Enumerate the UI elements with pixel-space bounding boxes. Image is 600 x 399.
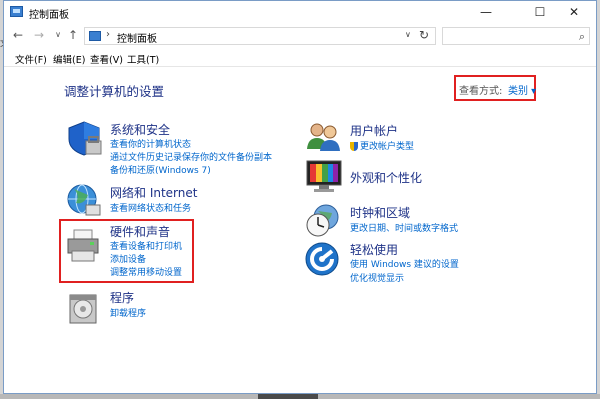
breadcrumb[interactable]: 控制面板 (117, 30, 157, 45)
link-optimize-visual-display[interactable]: 优化视觉显示 (350, 271, 404, 284)
close-button[interactable]: ✕ (552, 1, 596, 23)
category-appearance-personalization[interactable]: 外观和个性化 (350, 169, 422, 186)
category-user-accounts[interactable]: 用户帐户 (350, 122, 398, 139)
link-windows-recommended-settings[interactable]: 使用 Windows 建议的设置 (350, 257, 459, 270)
view-by-label: 查看方式: (459, 86, 503, 97)
up-arrow-icon[interactable]: ↑ (65, 27, 81, 43)
link-file-history-backup[interactable]: 通过文件历史记录保存你的文件备份副本 (110, 150, 272, 163)
back-arrow-icon[interactable]: ← (10, 27, 26, 43)
category-hardware-sound[interactable]: 硬件和声音 (110, 223, 170, 240)
search-icon: ⌕ (578, 30, 585, 43)
link-devices-printers[interactable]: 查看设备和打印机 (110, 239, 182, 252)
menu-view[interactable]: 查看(V) (90, 52, 123, 66)
printer-icon[interactable] (64, 227, 104, 265)
forward-arrow-icon[interactable]: → (31, 27, 47, 43)
clock-globe-icon[interactable] (304, 201, 344, 239)
link-network-status[interactable]: 查看网络状态和任务 (110, 201, 191, 214)
monitor-colors-icon[interactable] (304, 157, 344, 195)
minimize-button[interactable]: — (464, 1, 508, 23)
category-system-security[interactable]: 系统和安全 (110, 121, 170, 138)
breadcrumb-separator-icon[interactable]: › (106, 29, 110, 40)
address-bar[interactable]: › 控制面板 ∨ ↻ (84, 27, 436, 45)
category-ease-of-access[interactable]: 轻松使用 (350, 241, 398, 258)
address-dropdown-icon[interactable]: ∨ (405, 30, 411, 39)
category-programs[interactable]: 程序 (110, 289, 134, 306)
accessibility-icon[interactable] (304, 241, 342, 279)
page-title: 调整计算机的设置 (64, 84, 165, 99)
link-view-computer-status[interactable]: 查看你的计算机状态 (110, 137, 191, 150)
network-globe-icon[interactable] (64, 181, 104, 219)
link-change-account-type-label: 更改帐户类型 (360, 142, 415, 152)
category-network-internet[interactable]: 网络和 Internet (110, 184, 197, 201)
link-add-device[interactable]: 添加设备 (110, 252, 146, 265)
window-title: 控制面板 (29, 10, 69, 21)
link-backup-restore[interactable]: 备份和还原(Windows 7) (110, 163, 211, 176)
menu-bar: 文件(F) 编辑(E) 查看(V) 工具(T) (4, 50, 596, 66)
users-icon[interactable] (304, 119, 344, 155)
view-by-dropdown[interactable]: 类别 ▾ (508, 82, 536, 97)
recent-locations-dropdown[interactable]: ∨ (50, 27, 66, 43)
link-mobility-settings[interactable]: 调整常用移动设置 (110, 265, 182, 278)
programs-disc-icon[interactable] (66, 289, 102, 327)
link-uninstall-program[interactable]: 卸载程序 (110, 306, 146, 319)
background-window-fragment (258, 394, 318, 399)
menu-divider (4, 66, 596, 67)
search-input[interactable]: ⌕ (442, 27, 590, 45)
control-panel-window: 控制面板 — ☐ ✕ ← → ∨ ↑ › 控制面板 ∨ ↻ ⌕ 文件(F) 编辑… (3, 0, 597, 394)
background-taskbar-strip (0, 394, 600, 399)
control-panel-icon (89, 31, 101, 41)
uac-shield-icon (350, 142, 358, 151)
address-toolbar: ← → ∨ ↑ › 控制面板 ∨ ↻ ⌕ (4, 25, 596, 47)
menu-file[interactable]: 文件(F) (15, 52, 47, 66)
shield-icon[interactable] (64, 119, 104, 157)
title-bar: 控制面板 — ☐ ✕ (4, 1, 596, 23)
link-change-date-time-format[interactable]: 更改日期、时间或数字格式 (350, 221, 458, 234)
view-by-value: 类别 (508, 86, 528, 97)
link-change-account-type[interactable]: 更改帐户类型 (350, 139, 414, 152)
menu-edit[interactable]: 编辑(E) (53, 52, 85, 66)
refresh-icon[interactable]: ↻ (419, 28, 429, 42)
menu-tools[interactable]: 工具(T) (127, 52, 159, 66)
category-clock-region[interactable]: 时钟和区域 (350, 204, 410, 221)
control-panel-icon (10, 6, 23, 17)
